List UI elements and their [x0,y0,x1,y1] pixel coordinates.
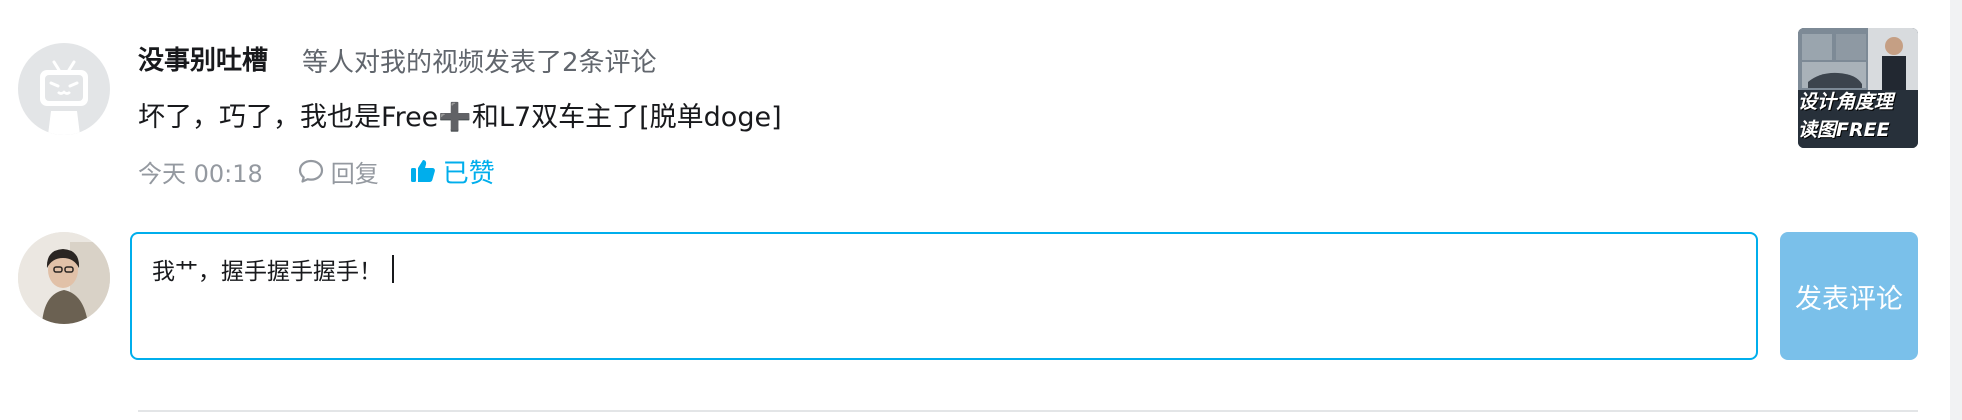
scrollbar[interactable] [1950,0,1962,420]
video-thumbnail[interactable]: 设计角度理 读图FREE [1798,28,1918,148]
notification-text: 等人对我的视频发表了2条评论 [302,48,657,78]
submit-comment-button[interactable]: 发表评论 [1780,232,1918,360]
divider [138,410,1918,412]
comment-time: 今天 00:18 [138,159,263,188]
reply-input-value[interactable]: 我艹，握手握手握手！ [152,252,394,286]
comment-meta: 今天 00:18 回复 已赞 [138,153,495,190]
thumbs-up-icon [410,160,435,182]
bilibili-tv-icon [40,60,88,135]
video-thumbnail-caption: 设计角度理 读图FREE [1798,91,1894,141]
reply-textarea[interactable]: 我艹，握手握手握手！ [130,232,1758,360]
speech-bubble-icon [298,159,323,183]
reply-text: 我艹，握手握手握手！ [152,259,382,285]
current-user-avatar[interactable] [18,232,110,324]
comment-content: 坏了，巧了，我也是Free➕和L7双车主了[脱单doge] [138,102,782,133]
liked-label: 已赞 [442,158,495,189]
commenter-avatar[interactable] [18,43,110,135]
commenter-username[interactable]: 没事别吐槽 [138,40,268,77]
text-caret [392,255,394,283]
like-button[interactable]: 已赞 [409,153,495,190]
user-photo [18,232,110,324]
reply-button[interactable]: 回复 [297,154,379,189]
reply-label: 回复 [330,159,379,188]
